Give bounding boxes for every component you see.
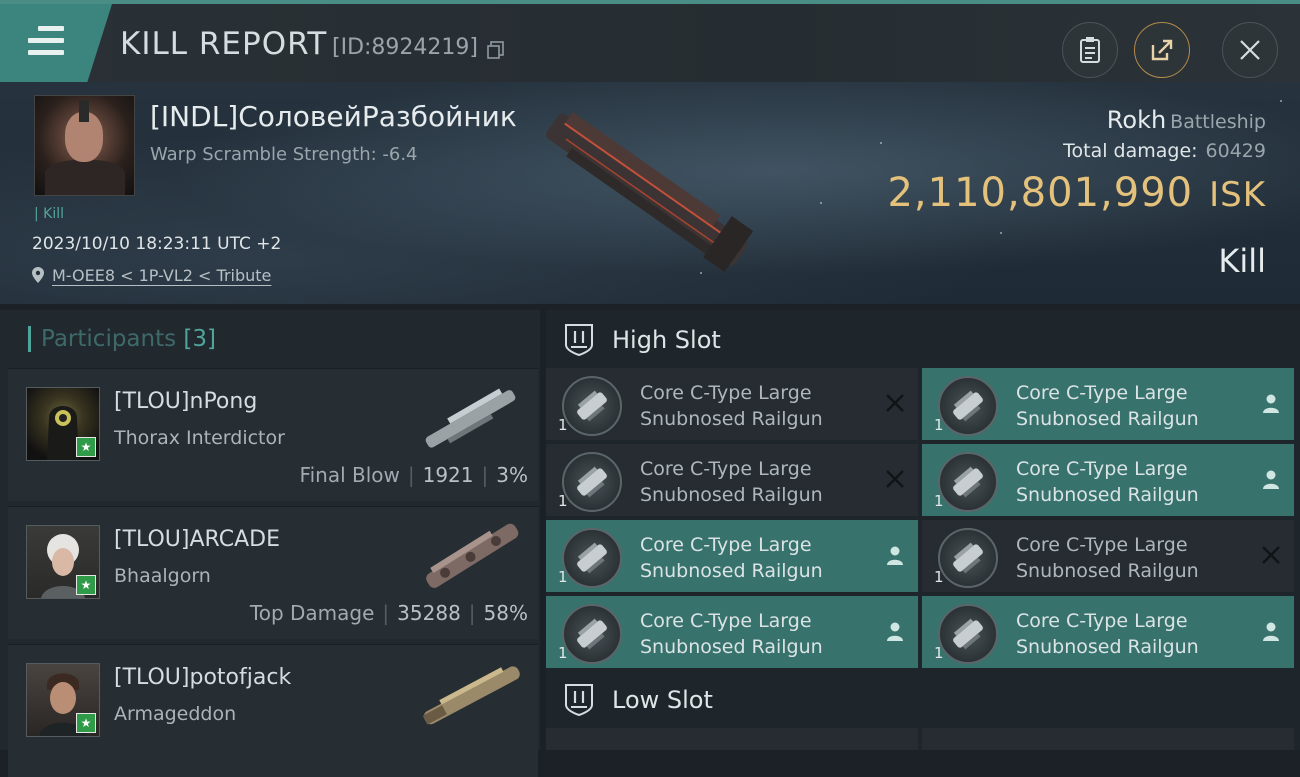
share-button[interactable] — [1134, 22, 1190, 78]
person-icon — [1263, 470, 1279, 489]
result-label: Kill — [1218, 242, 1266, 280]
report-button[interactable] — [1062, 22, 1118, 78]
module-card[interactable]: 1 Core C-Type Large Snubnosed Railgun — [546, 596, 918, 668]
close-icon — [1240, 40, 1260, 60]
module-quantity: 1 — [934, 492, 944, 510]
railgun-icon — [938, 604, 998, 664]
module-name: Core C-Type Large Snubnosed Railgun — [640, 534, 823, 582]
kill-id: [ID:8924219] — [332, 35, 478, 60]
low-slot-header: Low Slot — [546, 672, 1300, 728]
x-icon — [886, 394, 904, 412]
railgun-icon — [938, 452, 998, 512]
top-bar: KILL REPORT [ID:8924219] — [0, 0, 1300, 86]
share-icon — [1151, 39, 1173, 61]
module-card[interactable]: 1 Core C-Type Large Snubnosed Railgun — [546, 520, 918, 592]
participant-name[interactable]: [TLOU]potofjack — [114, 665, 291, 690]
participant-row[interactable]: ★ [TLOU]potofjack Armageddon — [8, 644, 538, 777]
module-name: Core C-Type Large Snubnosed Railgun — [640, 458, 823, 506]
slot-icon — [565, 684, 593, 717]
high-slot-header: High Slot — [546, 312, 1300, 368]
participant-row[interactable]: ★ [TLOU]ARCADE Bhaalgorn Top Damage | 3528… — [8, 506, 538, 639]
victim-panel: [INDL]СоловейРазбойник Warp Scramble Str… — [0, 82, 1300, 304]
menu-icon — [28, 26, 64, 62]
participant-name[interactable]: [TLOU]nPong — [114, 389, 257, 414]
module-quantity: 1 — [558, 492, 568, 510]
participant-ship: Bhaalgorn — [114, 565, 211, 587]
person-icon — [887, 622, 903, 641]
total-damage: Total damage: 60429 — [1063, 140, 1266, 162]
participants-header: Participants [3] — [28, 326, 216, 352]
corp-star-icon: ★ — [76, 713, 96, 733]
x-icon — [1262, 546, 1280, 564]
module-card[interactable]: 1 Core C-Type Large Snubnosed Railgun — [546, 368, 918, 440]
kill-datetime: 2023/10/10 18:23:11 UTC +2 — [32, 234, 282, 254]
module-name: Core C-Type Large Snubnosed Railgun — [640, 382, 823, 430]
railgun-icon — [562, 376, 622, 436]
railgun-icon — [938, 528, 998, 588]
participant-ship-image — [425, 388, 516, 448]
participant-ship: Thorax Interdictor — [114, 427, 285, 449]
victim-portrait[interactable] — [34, 95, 135, 196]
module-quantity: 1 — [558, 416, 568, 434]
module-name: Core C-Type Large Snubnosed Railgun — [1016, 610, 1199, 658]
person-icon — [1263, 622, 1279, 641]
participant-ship-image — [422, 666, 520, 725]
x-icon — [886, 470, 904, 488]
person-icon — [887, 546, 903, 565]
corp-star-icon: ★ — [76, 575, 96, 595]
module-card[interactable]: 1 Core C-Type Large Snubnosed Railgun — [922, 368, 1294, 440]
participant-row[interactable]: ★ [TLOU]nPong Thorax Interdictor Final B… — [8, 368, 538, 501]
low-slot-module-partial — [546, 728, 918, 750]
victim-ship-image — [546, 112, 754, 273]
module-quantity: 1 — [934, 568, 944, 586]
person-icon — [1263, 394, 1279, 413]
participant-stats: Final Blow | 1921 | 3% — [299, 463, 528, 487]
location-link[interactable]: M-OEE8 < 1P-VL2 < Tribute — [52, 266, 271, 285]
warp-scramble-strength: Warp Scramble Strength: -6.4 — [150, 144, 418, 165]
page-title: KILL REPORT — [120, 26, 328, 62]
railgun-icon — [562, 452, 622, 512]
railgun-icon — [562, 528, 622, 588]
module-card[interactable]: 1 Core C-Type Large Snubnosed Railgun — [922, 444, 1294, 516]
kill-tag: | Kill — [34, 206, 65, 222]
module-card[interactable]: 1 Core C-Type Large Snubnosed Railgun — [546, 444, 918, 516]
module-name: Core C-Type Large Snubnosed Railgun — [1016, 458, 1199, 506]
participant-ship-image — [426, 523, 519, 588]
victim-ship[interactable]: Rokh Battleship — [1107, 106, 1266, 134]
railgun-icon — [562, 604, 622, 664]
kill-location[interactable]: M-OEE8 < 1P-VL2 < Tribute — [32, 266, 271, 285]
fitting-panel: High Slot 1 Core C-Type Large Snubnosed R… — [546, 310, 1300, 750]
corp-star-icon: ★ — [76, 437, 96, 457]
module-quantity: 1 — [934, 416, 944, 434]
copy-icon[interactable] — [486, 40, 506, 60]
module-quantity: 1 — [558, 568, 568, 586]
module-card[interactable]: 1 Core C-Type Large Snubnosed Railgun — [922, 520, 1294, 592]
participant-ship: Armageddon — [114, 703, 237, 725]
close-button[interactable] — [1222, 22, 1278, 78]
module-name: Core C-Type Large Snubnosed Railgun — [1016, 382, 1199, 430]
module-name: Core C-Type Large Snubnosed Railgun — [1016, 534, 1199, 582]
railgun-icon — [938, 376, 998, 436]
module-name: Core C-Type Large Snubnosed Railgun — [640, 610, 823, 658]
participant-stats: Top Damage | 35288 | 58% — [249, 601, 528, 625]
menu-button[interactable] — [0, 4, 112, 82]
isk-value: 2,110,801,990 ISK — [887, 170, 1266, 216]
participants-panel: Participants [3] ★ [TLOU]nPong Thorax In… — [0, 310, 540, 777]
clipboard-icon — [1080, 37, 1100, 63]
victim-name[interactable]: [INDL]СоловейРазбойник — [150, 100, 517, 133]
slot-icon — [565, 324, 593, 357]
location-pin-icon — [32, 267, 44, 283]
module-quantity: 1 — [934, 644, 944, 662]
low-slot-module-partial — [922, 728, 1294, 750]
module-quantity: 1 — [558, 644, 568, 662]
module-card[interactable]: 1 Core C-Type Large Snubnosed Railgun — [922, 596, 1294, 668]
participant-name[interactable]: [TLOU]ARCADE — [114, 527, 280, 552]
